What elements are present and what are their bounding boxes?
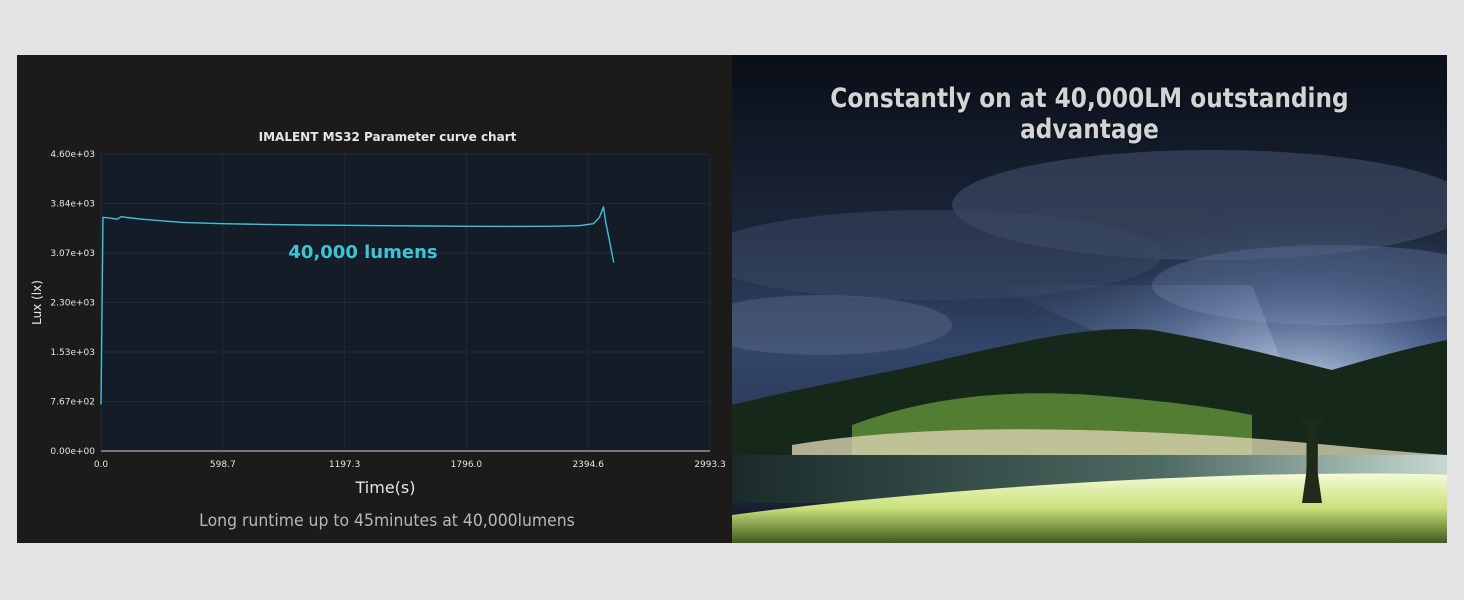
y-tick-label: 7.67e+02 (50, 397, 95, 407)
x-tick-label: 2394.6 (572, 460, 604, 470)
y-tick-label: 2.30e+03 (50, 299, 95, 309)
series-annotation: 40,000 lumens (288, 242, 437, 263)
photo-panel: Constantly on at 40,000LM outstanding ad… (732, 55, 1447, 543)
x-tick-label: 0.0 (94, 460, 109, 470)
y-tick-label: 3.07e+03 (50, 249, 95, 259)
x-axis-label: Time(s) (355, 478, 416, 497)
x-tick-label: 598.7 (210, 460, 236, 470)
y-tick-label: 0.00e+00 (50, 447, 95, 457)
y-tick-label: 3.84e+03 (50, 200, 95, 210)
photo-headline: Constantly on at 40,000LM outstanding ad… (830, 83, 1349, 145)
chart-panel: 0.0 598.7 1197.3 1796.0 2394.6 2993.3 0.00e+00… (17, 55, 732, 543)
chart-title: IMALENT MS32 Parameter curve chart (259, 130, 517, 144)
runtime-caption: Long runtime up to 45minutes at 40,000lu… (199, 511, 575, 531)
y-tick-label: 4.60e+03 (50, 150, 95, 160)
runtime-chart: 0.0 598.7 1197.3 1796.0 2394.6 2993.3 0.00e+00… (30, 130, 726, 497)
x-tick-label: 2993.3 (694, 460, 726, 470)
y-axis-label: Lux (lx) (30, 280, 44, 325)
y-tick-label: 1.53e+03 (50, 348, 95, 358)
x-tick-label: 1197.3 (329, 460, 361, 470)
x-tick-label: 1796.0 (451, 460, 483, 470)
